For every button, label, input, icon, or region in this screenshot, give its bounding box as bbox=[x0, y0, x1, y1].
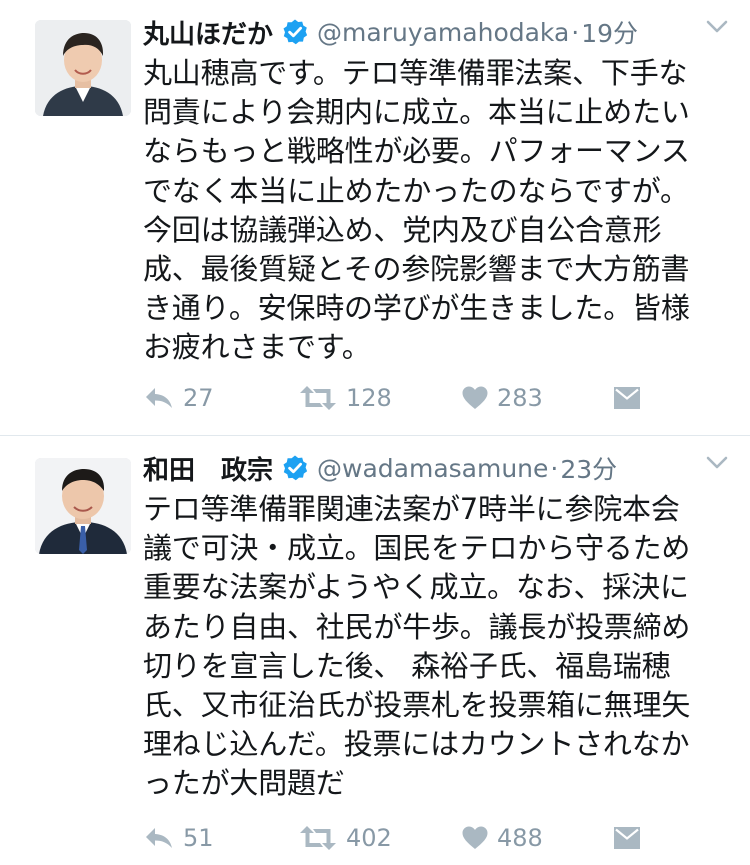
tweet-text-line: テロ等準備罪関連法案が7時半に参院本会 bbox=[143, 492, 680, 526]
tweet-text-line: あたり自由、社民が牛歩。議長が投票締め bbox=[143, 609, 691, 644]
tweet-header: 和田 政宗 @wadamasamune · 23分 bbox=[143, 448, 617, 488]
heart-icon bbox=[462, 386, 488, 409]
heart-icon bbox=[462, 826, 488, 849]
reply-button[interactable]: 27 bbox=[143, 378, 214, 418]
reply-icon bbox=[146, 388, 172, 408]
tweet-text-line: お疲れさまです。 bbox=[143, 330, 371, 365]
retweet-icon bbox=[300, 386, 336, 410]
tweet-actions: 51 402 488 bbox=[143, 818, 743, 858]
tweet-text-line: 丸山穂高です。テロ等準備罪法案、下手な bbox=[143, 56, 688, 90]
like-count: 488 bbox=[497, 824, 543, 852]
tweet-actions: 27 128 283 bbox=[143, 378, 743, 418]
display-name[interactable]: 和田 政宗 bbox=[143, 450, 273, 487]
like-button[interactable]: 283 bbox=[461, 378, 543, 418]
retweet-icon bbox=[300, 826, 336, 850]
chevron-down-icon[interactable] bbox=[706, 456, 728, 470]
direct-message-button[interactable] bbox=[613, 818, 641, 858]
tweet-text-line: ならもっと戦略性が必要。パフォーマンス bbox=[143, 134, 690, 169]
username-handle[interactable]: @maruyamahodaka bbox=[317, 18, 569, 47]
tweet-timestamp[interactable]: 23分 bbox=[560, 450, 617, 486]
display-name[interactable]: 丸山ほだか bbox=[143, 14, 273, 51]
chevron-down-icon[interactable] bbox=[706, 20, 728, 34]
tweet-text-line: 成、最後質疑とその参院影響まで大方筋書 bbox=[143, 252, 690, 287]
tweet-2[interactable]: 和田 政宗 @wadamasamune · 23分 テロ等準備罪関連法案が7時半… bbox=[0, 436, 750, 865]
retweet-button[interactable]: 128 bbox=[298, 378, 392, 418]
direct-message-icon bbox=[614, 387, 640, 409]
tweet-text: 丸山穂高です。テロ等準備罪法案、下手な 問責により会期内に成立。本当に止めたい … bbox=[143, 54, 733, 368]
meta-separator: · bbox=[571, 17, 580, 47]
like-button[interactable]: 488 bbox=[461, 818, 543, 858]
reply-button[interactable]: 51 bbox=[143, 818, 214, 858]
tweet-text-line: 重要な法案がようやく成立。なお、採決に bbox=[143, 570, 689, 605]
avatar-photo-wada bbox=[35, 458, 131, 554]
reply-icon bbox=[146, 828, 172, 848]
retweet-button[interactable]: 402 bbox=[298, 818, 392, 858]
tweet-header: 丸山ほだか @maruyamahodaka · 19分 bbox=[143, 12, 638, 52]
verified-badge-icon bbox=[281, 454, 309, 482]
tweet-text-line: 理ねじ込んだ。投票にはカウントされなか bbox=[143, 727, 690, 762]
retweet-count: 128 bbox=[346, 384, 392, 412]
retweet-count: 402 bbox=[346, 824, 392, 852]
tweet-text-line: き通り。安保時の学びが生きました。皆様 bbox=[143, 291, 690, 326]
tweet-text: テロ等準備罪関連法案が7時半に参院本会 議で可決・成立。国民をテロから守るため … bbox=[143, 490, 733, 804]
avatar[interactable] bbox=[35, 458, 131, 554]
avatar-photo-maruyama bbox=[35, 20, 131, 116]
tweet-text-line: 切りを宣言した後、 森裕子氏、福島瑞穂 bbox=[143, 648, 671, 683]
direct-message-button[interactable] bbox=[613, 378, 641, 418]
tweet-text-line: 議で可決・成立。国民をテロから守るため bbox=[143, 531, 691, 566]
like-count: 283 bbox=[497, 384, 543, 412]
direct-message-icon bbox=[614, 827, 640, 849]
tweet-text-line: 今回は協議弾込め、党内及び自公合意形 bbox=[143, 212, 662, 247]
avatar[interactable] bbox=[35, 20, 131, 116]
tweet-timestamp[interactable]: 19分 bbox=[581, 14, 638, 50]
username-handle[interactable]: @wadamasamune bbox=[317, 454, 548, 483]
tweet-text-line: 問責により会期内に成立。本当に止めたい bbox=[143, 95, 690, 130]
meta-separator: · bbox=[550, 453, 559, 483]
reply-count: 27 bbox=[183, 384, 214, 412]
tweet-text-line: ったが大問題だ bbox=[143, 766, 345, 801]
tweet-1[interactable]: 丸山ほだか @maruyamahodaka · 19分 丸山穂高です。テロ等準備… bbox=[0, 0, 750, 435]
tweet-text-line: 氏、又市征治氏が投票札を投票箱に無理矢 bbox=[143, 688, 691, 723]
reply-count: 51 bbox=[183, 824, 214, 852]
tweet-text-line: でなく本当に止めたかったのならですが。 bbox=[143, 173, 689, 208]
verified-badge-icon bbox=[281, 18, 309, 46]
